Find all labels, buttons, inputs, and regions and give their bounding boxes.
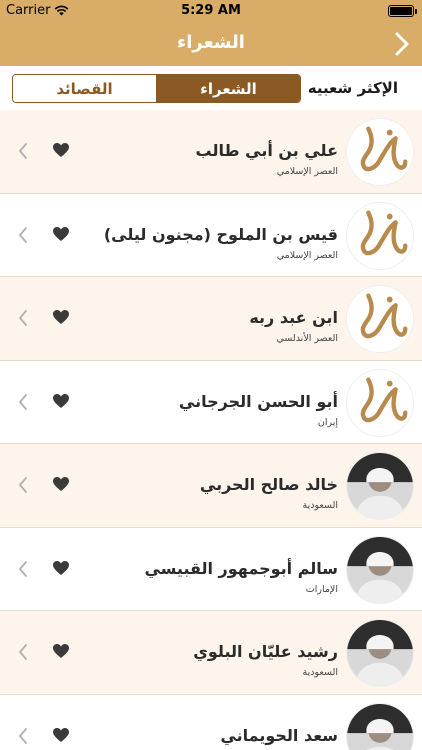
heart-icon[interactable] [52, 393, 70, 409]
tab-poems[interactable]: القصائد [13, 75, 156, 102]
poet-era: العصر الأندلسي [276, 333, 338, 344]
chevron-left-icon[interactable] [18, 477, 28, 493]
avatar-photo [347, 453, 413, 519]
heart-icon[interactable] [52, 643, 70, 659]
poet-era: العصر الإسلامي [276, 249, 338, 261]
poet-era: الإمارات [305, 583, 338, 595]
avatar [346, 285, 414, 353]
status-bar: Carrier 5:29 AM [0, 0, 422, 22]
poet-era: إيران [317, 416, 338, 428]
list-item[interactable]: سالم أبوجمهور القبيسي الإمارات [0, 528, 422, 611]
poet-era: العصر الإسلامي [276, 166, 338, 177]
poet-name: علي بن أبي طالب [195, 141, 338, 160]
most-popular-button[interactable]: الإكثر شعبيه [308, 79, 398, 97]
avatar [346, 619, 414, 687]
avatar-photo [347, 620, 413, 686]
avatar [346, 452, 414, 520]
chevron-left-icon[interactable] [18, 560, 28, 577]
poet-name: رشيد عليّان البلوي [193, 642, 338, 661]
poet-name: أبو الحسن الجرجاني [178, 391, 338, 411]
back-button[interactable] [390, 30, 414, 58]
list-item[interactable]: سعد الحويماني [0, 695, 422, 750]
filter-bar: القصائد الشعراء الإكثر شعبيه [0, 66, 422, 112]
chevron-left-icon[interactable] [18, 393, 28, 410]
chevron-left-icon[interactable] [18, 310, 28, 326]
heart-icon[interactable] [52, 309, 70, 325]
poet-era: السعودية [302, 667, 338, 678]
avatar [346, 118, 414, 186]
chevron-left-icon[interactable] [18, 143, 28, 159]
poet-name: سعد الحويماني [220, 725, 338, 745]
list-item[interactable]: قيس بن الملوح (مجنون ليلى) العصر الإسلامي [0, 194, 422, 277]
heart-icon[interactable] [52, 142, 70, 158]
tab-poets[interactable]: الشعراء [156, 75, 300, 102]
page-title: الشعراء [177, 32, 245, 53]
avatar [346, 535, 414, 604]
status-time: 5:29 AM [181, 3, 241, 18]
logo-icon [347, 369, 413, 436]
poet-era: السعودية [302, 500, 338, 511]
poet-name: سالم أبوجمهور القبيسي [144, 558, 338, 578]
nav-bar: الشعراء [0, 22, 422, 66]
chevron-right-icon [395, 32, 409, 56]
list-item[interactable]: خالد صالح الحربي السعودية [0, 444, 422, 528]
logo-icon [347, 202, 413, 269]
poet-name: قيس بن الملوح (مجنون ليلى) [103, 224, 338, 244]
avatar [346, 702, 414, 750]
poet-name: خالد صالح الحربي [199, 475, 338, 494]
poets-list: علي بن أبي طالب العصر الإسلامي قيس بن الم… [0, 110, 422, 750]
chevron-left-icon[interactable] [18, 226, 28, 243]
logo-icon [347, 119, 413, 185]
avatar [346, 368, 414, 437]
list-item[interactable]: أبو الحسن الجرجاني إيران [0, 361, 422, 444]
logo-icon [347, 286, 413, 352]
avatar-photo [347, 703, 413, 750]
poet-name: ابن عبد ربه [249, 308, 338, 327]
list-item[interactable]: رشيد عليّان البلوي السعودية [0, 611, 422, 695]
chevron-left-icon[interactable] [18, 644, 28, 660]
segmented-control: القصائد الشعراء [12, 74, 301, 103]
battery-icon [388, 5, 417, 17]
heart-icon[interactable] [52, 476, 70, 492]
avatar-photo [347, 536, 413, 603]
avatar [346, 201, 414, 270]
heart-icon[interactable] [52, 226, 70, 242]
heart-icon[interactable] [52, 727, 70, 743]
list-item[interactable]: ابن عبد ربه العصر الأندلسي [0, 277, 422, 361]
chevron-left-icon[interactable] [18, 727, 28, 744]
list-item[interactable]: علي بن أبي طالب العصر الإسلامي [0, 110, 422, 194]
heart-icon[interactable] [52, 560, 70, 576]
